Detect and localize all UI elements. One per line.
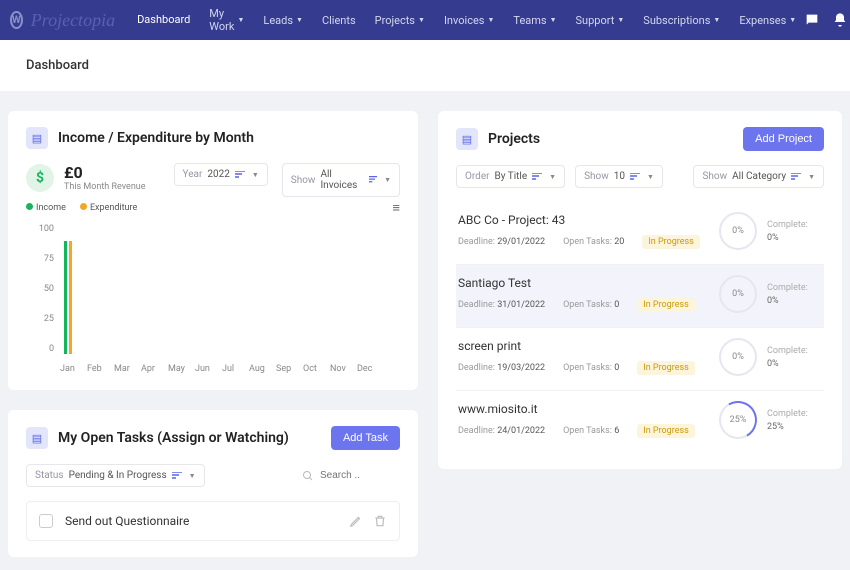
chevron-down-icon: ▼ (418, 16, 425, 24)
add-task-button[interactable]: Add Task (331, 426, 400, 450)
project-row[interactable]: ABC Co - Project: 43 Deadline: 29/01/202… (456, 202, 824, 265)
progress-circle: 0% (719, 212, 757, 250)
bell-icon[interactable] (832, 12, 848, 28)
nav-invoices[interactable]: Invoices▼ (436, 0, 502, 45)
project-row[interactable]: www.miosito.it Deadline: 24/01/2022 Open… (456, 391, 824, 453)
revenue-label: This Month Revenue (64, 182, 146, 192)
chevron-down-icon: ▼ (647, 173, 654, 181)
page-title: Dashboard (26, 58, 824, 73)
card-title: My Open Tasks (Assign or Watching) (58, 430, 289, 446)
nav-projects[interactable]: Projects▼ (367, 0, 433, 45)
money-icon: $ (26, 164, 54, 192)
search-input[interactable] (320, 470, 400, 481)
project-name: Santiago Test (458, 276, 709, 290)
project-name: ABC Co - Project: 43 (458, 213, 709, 227)
chevron-down-icon: ▼ (789, 16, 796, 24)
category-filter[interactable]: Show All Category ▼ (693, 165, 824, 188)
nav-leads[interactable]: Leads▼ (255, 0, 311, 45)
task-row[interactable]: Send out Questionnaire (26, 501, 400, 541)
document-icon: ▤ (26, 427, 48, 449)
chevron-down-icon: ▼ (487, 16, 494, 24)
chevron-down-icon: ▼ (252, 171, 259, 179)
nav-clients[interactable]: Clients (314, 0, 364, 45)
show-filter[interactable]: Show All Invoices ▼ (282, 163, 400, 197)
status-badge: In Progress (637, 361, 695, 375)
order-filter[interactable]: Order By Title ▼ (456, 165, 565, 188)
task-search[interactable] (302, 470, 400, 482)
status-badge: In Progress (637, 424, 695, 438)
search-icon (302, 470, 314, 482)
chevron-down-icon: ▼ (713, 16, 720, 24)
wordpress-icon[interactable]: W (10, 11, 23, 29)
status-filter[interactable]: Status Pending & In Progress ▼ (26, 464, 205, 487)
nav-dashboard[interactable]: Dashboard (129, 0, 198, 45)
project-row[interactable]: screen print Deadline: 19/03/2022 Open T… (456, 328, 824, 391)
show-count-filter[interactable]: Show 10 ▼ (575, 165, 663, 188)
sort-icon (532, 173, 542, 181)
year-filter[interactable]: Year 2022 ▼ (174, 163, 268, 186)
edit-icon[interactable] (349, 514, 363, 528)
chart-menu-icon[interactable]: ≡ (392, 200, 400, 216)
chevron-down-icon: ▼ (808, 173, 815, 181)
status-badge: In Progress (642, 235, 700, 249)
chevron-down-icon: ▼ (550, 16, 557, 24)
task-title: Send out Questionnaire (65, 514, 189, 528)
chevron-down-icon: ▼ (189, 472, 196, 480)
sort-icon (235, 171, 245, 179)
sort-icon (369, 176, 378, 184)
chart-legend: Income Expenditure ≡ (26, 200, 400, 216)
revenue-amount: £0 (64, 163, 146, 182)
card-title: Projects (488, 131, 540, 147)
nav-teams[interactable]: Teams▼ (505, 0, 564, 45)
sort-icon (630, 173, 640, 181)
trash-icon[interactable] (373, 514, 387, 528)
sort-icon (791, 173, 801, 181)
add-project-button[interactable]: Add Project (743, 127, 824, 151)
nav-subscriptions[interactable]: Subscriptions▼ (635, 0, 728, 45)
project-name: screen print (458, 339, 709, 353)
nav-mywork[interactable]: My Work▼ (201, 0, 252, 45)
tasks-card: ▤ My Open Tasks (Assign or Watching) Add… (8, 410, 418, 557)
income-chart: 100 75 50 25 0 Jan Feb Mar Apr (26, 224, 400, 374)
project-name: www.miosito.it (458, 402, 709, 416)
brand-logo[interactable]: Projectopia (31, 10, 115, 31)
income-card: ▤ Income / Expenditure by Month $ £0 Thi… (8, 111, 418, 390)
status-badge: In Progress (637, 298, 695, 312)
chevron-down-icon: ▼ (617, 16, 624, 24)
task-checkbox[interactable] (39, 514, 53, 528)
projects-card: ▤ Projects Add Project Order By Title ▼ … (438, 111, 842, 469)
progress-circle: 25% (719, 401, 757, 439)
topbar-actions: WalterWhite (804, 8, 850, 32)
chevron-down-icon: ▼ (237, 16, 244, 24)
sort-icon (172, 472, 182, 480)
nav-expenses[interactable]: Expenses▼ (731, 0, 804, 45)
topbar: W Projectopia Dashboard My Work▼ Leads▼ … (0, 0, 850, 40)
progress-circle: 0% (719, 338, 757, 376)
chevron-down-icon: ▼ (296, 16, 303, 24)
progress-circle: 0% (719, 275, 757, 313)
nav-support[interactable]: Support▼ (568, 0, 633, 45)
document-icon: ▤ (456, 128, 478, 150)
project-row[interactable]: Santiago Test Deadline: 31/01/2022 Open … (456, 265, 824, 328)
document-icon: ▤ (26, 127, 48, 149)
card-title: Income / Expenditure by Month (58, 130, 254, 146)
main-nav: Dashboard My Work▼ Leads▼ Clients Projec… (129, 0, 804, 45)
chevron-down-icon: ▼ (384, 176, 391, 184)
page-header: Dashboard (0, 40, 850, 91)
chevron-down-icon: ▼ (549, 173, 556, 181)
chat-icon[interactable] (804, 12, 820, 28)
